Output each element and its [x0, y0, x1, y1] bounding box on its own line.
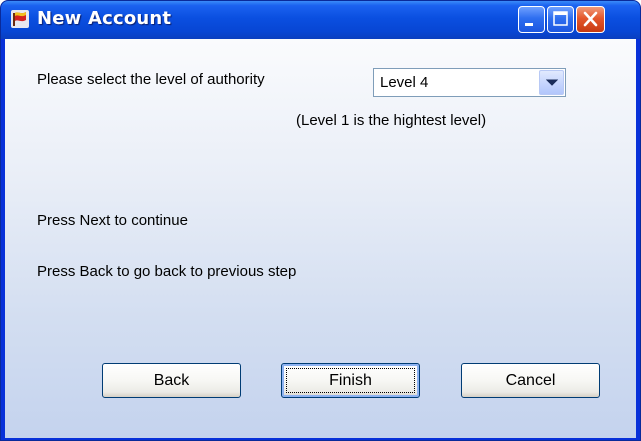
back-button-label: Back: [153, 372, 190, 389]
dropdown-button[interactable]: [539, 70, 564, 95]
authority-level-value: Level 4: [380, 74, 429, 91]
next-instruction: Press Next to continue: [37, 212, 188, 229]
maximize-button[interactable]: [547, 6, 574, 33]
chevron-down-icon: [546, 79, 558, 86]
back-button[interactable]: Back: [102, 363, 241, 398]
finish-button[interactable]: Finish: [281, 363, 420, 398]
close-icon: [583, 11, 598, 27]
cancel-button[interactable]: Cancel: [461, 363, 600, 398]
title-bar[interactable]: New Account: [1, 1, 640, 39]
maximize-icon: [553, 11, 568, 26]
authority-level-select[interactable]: Level 4: [373, 68, 566, 97]
close-button[interactable]: [576, 6, 605, 33]
minimize-icon: [525, 23, 533, 26]
app-flag-icon: [10, 9, 30, 29]
minimize-button[interactable]: [518, 6, 545, 33]
authority-prompt: Please select the level of authority: [37, 71, 265, 88]
authority-hint: (Level 1 is the hightest level): [296, 112, 487, 129]
dialog-body: Please select the level of authority Lev…: [5, 39, 636, 438]
finish-button-label: Finish: [329, 372, 372, 389]
new-account-window: New Account Please select the level of a…: [0, 0, 641, 441]
cancel-button-label: Cancel: [505, 372, 556, 389]
back-instruction: Press Back to go back to previous step: [37, 263, 297, 280]
window-title: New Account: [37, 8, 172, 29]
